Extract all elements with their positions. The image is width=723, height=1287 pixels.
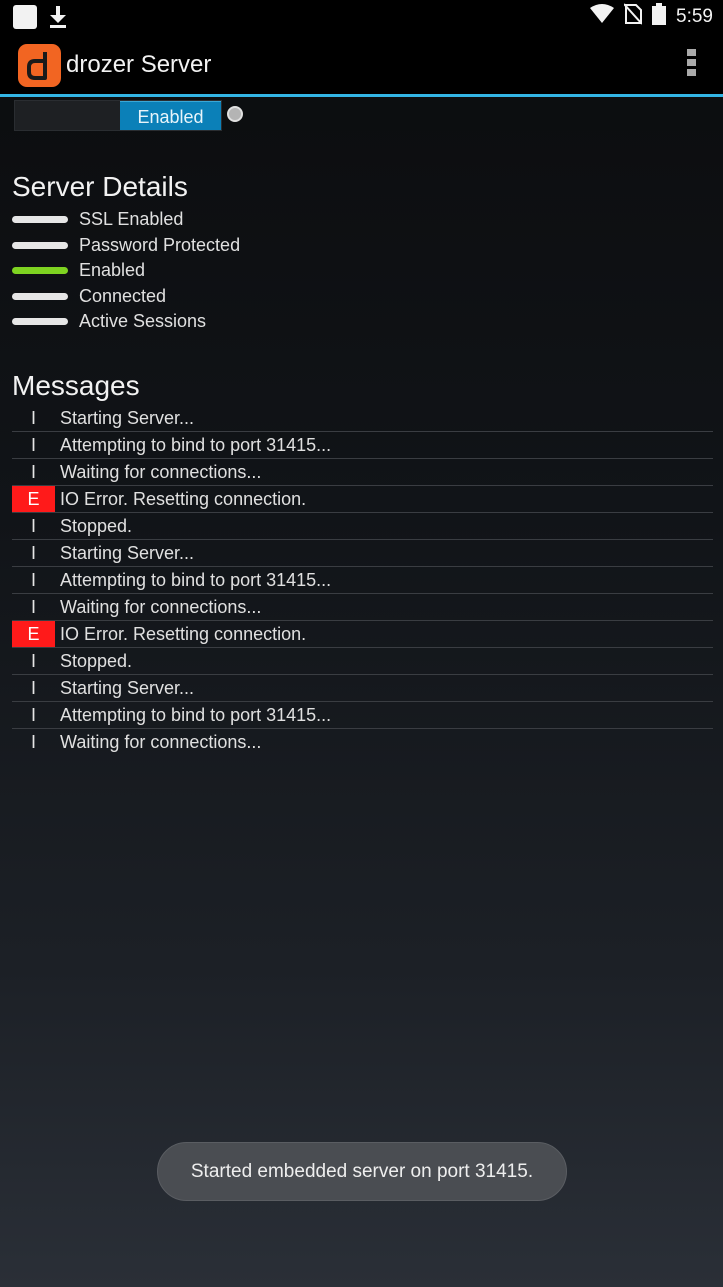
indicator-light	[12, 216, 68, 223]
drozer-logo-icon	[18, 44, 61, 87]
battery-icon	[652, 3, 667, 30]
messages-heading: Messages	[12, 370, 140, 401]
no-sim-icon	[623, 3, 643, 30]
message-text: Waiting for connections...	[60, 732, 262, 752]
server-details-heading: Server Details	[12, 171, 188, 202]
detail-label: Password Protected	[79, 234, 241, 255]
detail-password-protected: Password Protected	[12, 233, 412, 259]
detail-label: Active Sessions	[79, 311, 207, 331]
indicator-light	[12, 267, 68, 274]
message-level: I	[30, 462, 36, 482]
message-level: I	[30, 597, 36, 617]
message-row: I Waiting for connections...	[12, 729, 713, 755]
message-text: Starting Server...	[60, 543, 195, 563]
message-level-error: E	[12, 486, 55, 512]
detail-active-sessions: Active Sessions	[12, 309, 412, 335]
message-row: I Starting Server...	[12, 540, 713, 567]
toast-notification: Started embedded server on port 31415.	[157, 1142, 567, 1201]
message-level: I	[30, 408, 36, 428]
message-level: I	[30, 543, 36, 563]
message-text: Attempting to bind to port 31415...	[60, 570, 332, 590]
status-bar: 5:59	[0, 0, 723, 33]
messages-list: I Starting Server... I Attempting to bin…	[12, 405, 713, 755]
message-row: E IO Error. Resetting connection.	[12, 486, 713, 513]
overflow-menu-icon[interactable]	[685, 49, 697, 79]
clock: 5:59	[676, 5, 713, 27]
detail-connected: Connected	[12, 284, 412, 310]
detail-ssl-enabled: SSL Enabled	[12, 207, 412, 233]
message-text: Starting Server...	[60, 678, 195, 698]
message-text: Stopped.	[60, 516, 133, 536]
message-row: I Waiting for connections...	[12, 459, 713, 486]
detail-enabled: Enabled	[12, 258, 412, 284]
message-level-error: E	[12, 621, 55, 647]
message-row: I Stopped.	[12, 648, 713, 675]
wifi-icon	[590, 4, 615, 29]
message-row: I Starting Server...	[12, 675, 713, 702]
message-level: I	[30, 678, 36, 698]
detail-label: Connected	[79, 285, 167, 306]
message-text: Waiting for connections...	[60, 597, 262, 617]
message-row: I Attempting to bind to port 31415...	[12, 432, 713, 459]
message-text: Attempting to bind to port 31415...	[60, 435, 332, 455]
server-enable-toggle[interactable]: Enabled	[14, 100, 222, 131]
message-text: Waiting for connections...	[60, 462, 262, 482]
message-level: I	[30, 732, 36, 752]
message-level: I	[30, 570, 36, 590]
message-row: I Stopped.	[12, 513, 713, 540]
detail-label: Enabled	[79, 260, 146, 280]
notification-square-icon	[13, 5, 37, 29]
message-level: I	[30, 516, 36, 536]
message-level: I	[30, 435, 36, 455]
server-details-list: SSL Enabled Password Protected Enabled C…	[12, 207, 412, 335]
message-level: I	[30, 705, 36, 725]
message-row: E IO Error. Resetting connection.	[12, 621, 713, 648]
app-title: drozer Server	[66, 51, 212, 78]
indicator-light	[12, 241, 68, 249]
message-row: I Waiting for connections...	[12, 594, 713, 621]
toggle-label: Enabled	[120, 101, 221, 130]
indicator-light	[12, 292, 68, 300]
message-text: Attempting to bind to port 31415...	[60, 705, 332, 725]
app-bar: drozer Server	[0, 33, 723, 97]
message-text: Stopped.	[60, 651, 133, 671]
indicator-light	[12, 318, 68, 325]
message-row: I Attempting to bind to port 31415...	[12, 702, 713, 729]
message-row: I Attempting to bind to port 31415...	[12, 567, 713, 594]
message-text: Starting Server...	[60, 408, 195, 428]
detail-label: SSL Enabled	[79, 209, 184, 229]
message-text: IO Error. Resetting connection.	[60, 489, 307, 509]
download-icon	[47, 5, 69, 29]
status-dot-indicator	[227, 106, 243, 122]
message-level: I	[30, 651, 36, 671]
message-text: IO Error. Resetting connection.	[60, 624, 307, 644]
message-row: I Starting Server...	[12, 405, 713, 432]
